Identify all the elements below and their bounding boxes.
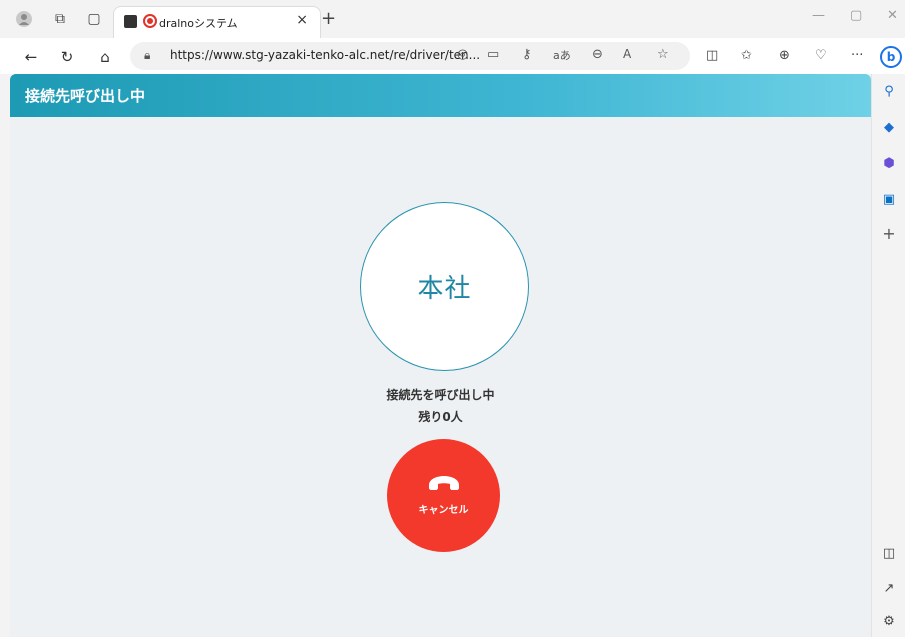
page-favicon-icon xyxy=(124,15,137,28)
minimize-icon[interactable]: — xyxy=(812,8,825,23)
page-viewport: 接続先呼び出し中 本社 接続先を呼び出し中 残り0人 キャンセル xyxy=(10,74,871,637)
cancel-button-label: キャンセル xyxy=(418,505,469,516)
add-sidebar-app-icon[interactable]: + xyxy=(880,224,898,243)
profile-icon[interactable] xyxy=(14,9,34,29)
home-icon[interactable]: ⌂ xyxy=(94,46,116,68)
settings-icon[interactable]: ⚙ xyxy=(880,612,898,630)
back-icon[interactable]: ← xyxy=(20,46,42,68)
new-tab-icon[interactable]: + xyxy=(321,8,336,29)
tab-close-icon[interactable]: × xyxy=(296,12,308,28)
location-icon[interactable]: ◎ xyxy=(457,47,468,62)
browser-window: ⧉ ▢ dralnoシステム × + — ▢ ✕ ← ↻ ⌂ 🔒︎ https:… xyxy=(0,0,905,637)
recording-icon xyxy=(143,14,157,28)
office-icon[interactable]: ⬢ xyxy=(880,154,898,172)
phone-hangup-icon xyxy=(427,475,461,495)
remaining-count-text: 残り0人 xyxy=(418,410,463,424)
split-screen-icon[interactable]: ◫ xyxy=(706,48,718,63)
shopping-tag-icon[interactable]: ◆ xyxy=(880,118,898,136)
browser-toolbar: ← ↻ ⌂ 🔒︎ https://www.stg-yazaki-tenko-al… xyxy=(0,38,905,74)
callee-avatar: 本社 xyxy=(360,202,529,371)
calling-status-text: 接続先を呼び出し中 xyxy=(386,388,495,402)
collections-icon[interactable]: ⊕ xyxy=(779,48,790,63)
tab-title: dralnoシステム xyxy=(159,17,238,30)
cancel-call-button[interactable]: キャンセル xyxy=(387,439,500,552)
tab-strip: ⧉ ▢ dralnoシステム × + — ▢ ✕ xyxy=(0,0,905,38)
browser-essentials-icon[interactable]: ♡ xyxy=(815,48,827,63)
translate-icon[interactable]: aあ xyxy=(553,47,571,63)
read-aloud-icon[interactable]: A xyxy=(623,47,631,61)
hide-sidebar-icon[interactable]: ◫ xyxy=(880,544,898,562)
favorite-star-icon[interactable]: ☆ xyxy=(657,47,669,62)
app-header: 接続先呼び出し中 xyxy=(10,74,871,117)
close-window-icon[interactable]: ✕ xyxy=(887,8,898,23)
page-title: 接続先呼び出し中 xyxy=(25,87,146,105)
key-icon[interactable]: ⚷ xyxy=(522,47,532,62)
camera-icon[interactable]: ▭ xyxy=(487,47,499,62)
edge-sidebar: ⚲ ◆ ⬢ ▣ + ◫ ↗ ⚙ xyxy=(871,74,905,637)
copilot-icon[interactable]: b xyxy=(880,46,902,68)
tab-actions-icon[interactable]: ▢ xyxy=(84,9,104,29)
open-external-icon[interactable]: ↗ xyxy=(880,579,898,597)
callee-name: 本社 xyxy=(417,274,472,304)
address-bar[interactable]: 🔒︎ https://www.stg-yazaki-tenko-alc.net/… xyxy=(130,42,690,70)
lock-icon[interactable]: 🔒︎ xyxy=(144,48,150,63)
outlook-icon[interactable]: ▣ xyxy=(880,190,898,208)
zoom-icon[interactable]: ⊖ xyxy=(592,47,603,62)
active-tab[interactable]: dralnoシステム × xyxy=(113,6,321,38)
favorites-icon[interactable]: ✩ xyxy=(741,48,752,63)
refresh-icon[interactable]: ↻ xyxy=(56,46,78,68)
maximize-icon[interactable]: ▢ xyxy=(850,8,862,23)
more-options-icon[interactable]: ··· xyxy=(851,48,863,63)
url-text[interactable]: https://www.stg-yazaki-tenko-alc.net/re/… xyxy=(170,48,480,62)
search-icon[interactable]: ⚲ xyxy=(880,82,898,100)
workspaces-icon[interactable]: ⧉ xyxy=(50,9,70,29)
